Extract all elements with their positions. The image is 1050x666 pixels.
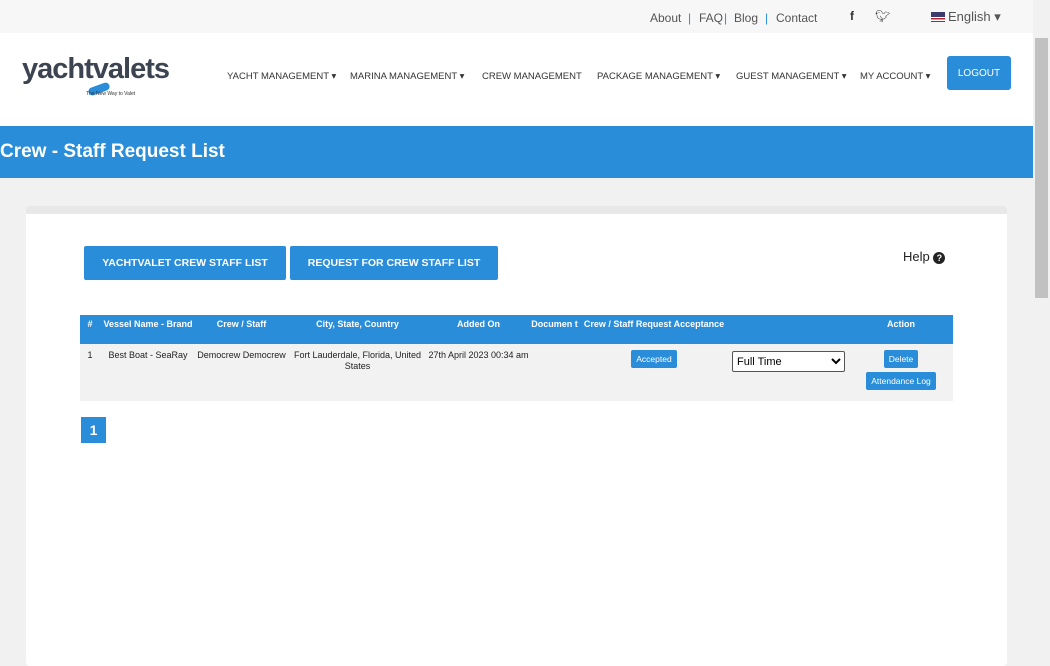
cell-document: [529, 344, 580, 401]
blog-link[interactable]: Blog: [734, 11, 758, 25]
twitter-icon[interactable]: 🐦︎: [875, 9, 890, 23]
header-added: Added On: [428, 315, 529, 344]
top-bar: About | FAQ | Blog | Contact f 🐦︎ Englis…: [0, 0, 1033, 33]
help-icon: ?: [933, 252, 946, 264]
contact-link[interactable]: Contact: [776, 11, 817, 25]
header-type: [728, 315, 849, 344]
us-flag-icon: [931, 12, 945, 22]
cell-crew: Democrew Democrew: [196, 344, 287, 401]
table-row: 1 Best Boat - SeaRay Democrew Democrew F…: [80, 344, 953, 401]
attendance-log-button[interactable]: Attendance Log: [866, 372, 936, 390]
logo[interactable]: yachtvalets: [22, 53, 170, 86]
nav-crew-management[interactable]: CREW MANAGEMENT: [482, 71, 582, 82]
help-link[interactable]: Help ?: [903, 249, 946, 264]
request-crew-staff-list-button[interactable]: REQUEST FOR CREW STAFF LIST: [290, 246, 498, 280]
nav-yacht-management[interactable]: YACHT MANAGEMENT ▾: [227, 71, 336, 82]
yachtvalet-crew-staff-list-button[interactable]: YACHTVALET CREW STAFF LIST: [84, 246, 286, 280]
nav-marina-management[interactable]: MARINA MANAGEMENT ▾: [350, 71, 464, 82]
cell-city: Fort Lauderdale, Florida, United States: [287, 344, 428, 401]
accepted-badge[interactable]: Accepted: [631, 350, 677, 368]
logout-button[interactable]: LOGOUT: [947, 56, 1011, 90]
header: yachtvalets The New Way to Valet YACHT M…: [0, 33, 1033, 126]
nav-package-management[interactable]: PACKAGE MANAGEMENT ▾: [597, 71, 720, 82]
cell-added: 27th April 2023 00:34 am: [428, 344, 529, 401]
nav-guest-management[interactable]: GUEST MANAGEMENT ▾: [736, 71, 847, 82]
nav-my-account[interactable]: MY ACCOUNT ▾: [860, 71, 930, 82]
language-select[interactable]: English ▾: [948, 9, 1001, 25]
header-num: #: [80, 315, 100, 344]
header-action: Action: [849, 315, 953, 344]
header-crew: Crew / Staff: [196, 315, 287, 344]
pagination-page-1[interactable]: 1: [81, 417, 106, 443]
crew-request-table: # Vessel Name - Brand Crew / Staff City,…: [80, 315, 953, 401]
faq-link[interactable]: FAQ: [699, 11, 723, 25]
header-vessel: Vessel Name - Brand: [100, 315, 196, 344]
header-acceptance: Crew / Staff Request Acceptance: [580, 315, 728, 344]
logo-tagline: The New Way to Valet: [86, 91, 136, 97]
facebook-icon[interactable]: f: [850, 9, 854, 23]
cell-num: 1: [80, 344, 100, 401]
scrollbar-thumb[interactable]: [1035, 38, 1048, 298]
page-title: Crew - Staff Request List: [0, 126, 1033, 178]
header-city: City, State, Country: [287, 315, 428, 344]
cell-vessel: Best Boat - SeaRay: [100, 344, 196, 401]
about-link[interactable]: About: [650, 11, 681, 25]
delete-button[interactable]: Delete: [883, 350, 919, 368]
employment-type-select[interactable]: Full Time: [732, 351, 845, 372]
header-document: Documen t: [529, 315, 580, 344]
